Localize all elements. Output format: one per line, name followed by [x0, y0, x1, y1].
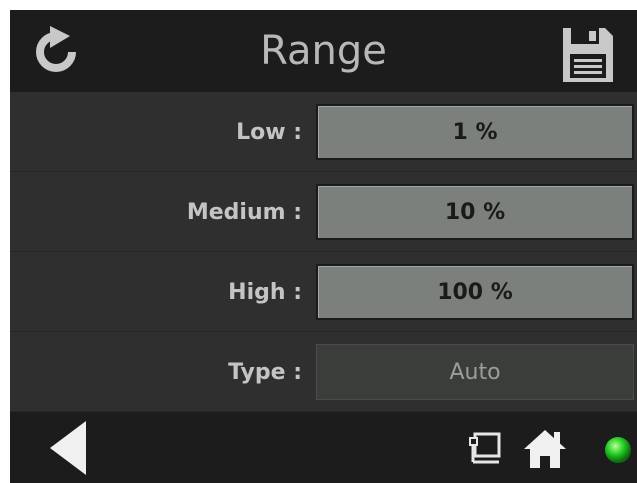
save-button[interactable]	[556, 24, 620, 86]
home-icon	[524, 430, 566, 468]
back-arrow-icon	[50, 421, 86, 475]
refresh-icon	[36, 26, 76, 72]
low-label: Low :	[236, 119, 302, 145]
high-label: High :	[228, 279, 302, 305]
footer-bar	[10, 412, 637, 483]
high-value-field[interactable]: 100 %	[316, 264, 634, 320]
row-low: Low : 1 %	[10, 92, 637, 172]
header-bar: Range	[10, 10, 637, 92]
home-button[interactable]	[520, 426, 570, 472]
row-high: High : 100 %	[10, 252, 637, 332]
device-screen: Range Low : 1 % Medium : 10 % High: 100…	[10, 10, 637, 483]
row-medium: Medium : 10 %	[10, 172, 637, 252]
save-icon	[563, 28, 613, 82]
status-indicator	[598, 430, 637, 470]
row-type: Type : Auto	[10, 332, 637, 412]
refresh-button[interactable]	[26, 24, 86, 80]
status-led-icon	[604, 437, 631, 463]
low-value-field[interactable]: 1 %	[316, 104, 634, 160]
medium-value-field[interactable]: 10 %	[316, 184, 634, 240]
medium-label: Medium :	[186, 199, 302, 225]
back-button[interactable]	[40, 420, 96, 476]
settings-list: Low : 1 % Medium : 10 % High : 100 % Typ…	[10, 92, 637, 412]
type-label: Type :	[228, 359, 302, 385]
network-icon	[469, 432, 501, 464]
type-select[interactable]: Auto	[316, 344, 634, 400]
network-button[interactable]	[464, 430, 504, 470]
page-title: Range	[260, 28, 387, 74]
